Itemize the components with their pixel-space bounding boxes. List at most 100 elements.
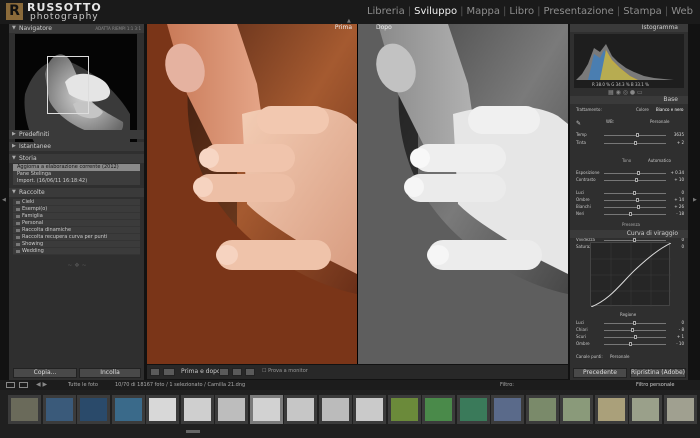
module-mappa[interactable]: Mappa	[463, 6, 503, 17]
filmstrip-thumbnail[interactable]	[318, 395, 352, 424]
exposure-slider-handle[interactable]	[636, 171, 640, 175]
module-presentazione[interactable]: Presentazione	[541, 6, 617, 17]
filmstrip-thumbnail[interactable]	[594, 395, 628, 424]
loupe-view-icon[interactable]	[150, 368, 160, 376]
filmstrip-thumbnail[interactable]	[353, 395, 386, 424]
filmstrip-thumbnail[interactable]	[560, 395, 593, 424]
wb-dropdown[interactable]: Personale	[650, 119, 669, 124]
collection-item[interactable]: Esempi(o)	[13, 206, 140, 213]
copy-after-to-before-icon[interactable]	[232, 368, 242, 376]
collection-item[interactable]: Famiglia	[13, 213, 140, 220]
collection-item[interactable]: Raccolta dinamiche	[13, 227, 140, 234]
previous-button[interactable]: Precedente	[573, 368, 627, 378]
histogram-header[interactable]: Istogramma	[570, 24, 688, 32]
point-curve-dropdown[interactable]: Personale	[610, 354, 629, 359]
filmstrip-thumbnail[interactable]	[422, 395, 455, 424]
blacks-value[interactable]: - 18	[670, 211, 684, 216]
filmstrip-thumbnail[interactable]	[77, 395, 110, 424]
second-window-icon[interactable]	[6, 382, 15, 388]
presets-header[interactable]: ▶ Predefiniti	[9, 130, 144, 139]
grid-view-icon[interactable]	[19, 382, 28, 388]
navigator-preview[interactable]	[15, 34, 137, 144]
whites-slider[interactable]	[604, 207, 666, 208]
tint-value[interactable]: + 2	[670, 140, 684, 145]
filmstrip-thumbnail[interactable]	[111, 395, 145, 424]
temp-value[interactable]: 3635	[670, 132, 684, 137]
navigator-zoom-options[interactable]: ADATTA RIEMPI 1:1 3:1	[95, 24, 141, 33]
collection-item[interactable]: Cieki	[13, 199, 140, 206]
collection-item[interactable]: Personal	[13, 220, 140, 227]
module-web[interactable]: Web	[668, 6, 696, 17]
history-item[interactable]: Aggiorna a elaborazione corrente (2012)	[13, 164, 140, 171]
highlights-value[interactable]: 0	[670, 190, 684, 195]
scuri-value[interactable]: + 1	[670, 334, 684, 339]
whites-slider-handle[interactable]	[637, 205, 641, 209]
exposure-value[interactable]: + 0.34	[670, 170, 684, 175]
before-after-view-icon[interactable]	[163, 368, 175, 376]
collapse-right-arrow-icon[interactable]: ▶	[693, 197, 697, 203]
collection-item[interactable]: Showing	[13, 241, 140, 248]
blacks-slider-handle[interactable]	[629, 212, 633, 216]
filmstrip-thumbnail[interactable]	[215, 395, 248, 424]
tint-slider-handle[interactable]	[634, 141, 638, 145]
scuri-slider-handle[interactable]	[633, 335, 637, 339]
swap-before-after-icon[interactable]	[245, 368, 255, 376]
ombre_c-slider[interactable]	[604, 344, 666, 345]
before-image[interactable]: Prima	[147, 24, 357, 364]
shadows-slider[interactable]	[604, 200, 666, 201]
treatment-bw-option[interactable]: Bianco e nero	[656, 107, 684, 112]
filmstrip-thumbnail[interactable]	[387, 395, 421, 424]
source-label[interactable]: Tutte le foto	[68, 382, 98, 388]
filmstrip-thumbnail[interactable]	[491, 395, 524, 424]
basic-header[interactable]: Base	[570, 96, 688, 104]
reset-button[interactable]: Ripristina (Adobe)	[630, 368, 686, 378]
filmstrip-thumbnail[interactable]	[525, 395, 559, 424]
nav-arrows-icon[interactable]: ◀ ▶	[36, 381, 47, 388]
saturation-value[interactable]: 0	[670, 244, 684, 249]
navigator-view-frame[interactable]	[47, 56, 89, 114]
luci_c-value[interactable]: 0	[670, 320, 684, 325]
exposure-slider[interactable]	[604, 173, 666, 174]
filmstrip-thumbnail[interactable]	[146, 395, 179, 424]
collection-item[interactable]: Raccolta recupera curva per punti	[13, 234, 140, 241]
navigator-header[interactable]: ▼ Navigatore ADATTA RIEMPI 1:1 3:1	[9, 24, 144, 33]
snapshots-header[interactable]: ▶ Istantanee	[9, 142, 144, 151]
wb-picker-icon[interactable]: ✎	[576, 120, 581, 127]
highlights-slider-handle[interactable]	[633, 191, 636, 195]
module-stampa[interactable]: Stampa	[620, 6, 665, 17]
filmstrip-scrollbar[interactable]	[186, 430, 200, 433]
ombre_c-slider-handle[interactable]	[629, 342, 633, 346]
treatment-color-option[interactable]: Colore	[636, 107, 649, 112]
filter-dropdown[interactable]: Filtro personale	[636, 382, 675, 388]
chiari-value[interactable]: - 8	[670, 327, 684, 332]
module-libro[interactable]: Libro	[506, 6, 537, 17]
filmstrip-thumbnail[interactable]	[8, 395, 41, 424]
contrast-slider-handle[interactable]	[634, 178, 638, 182]
paste-button[interactable]: Incolla	[79, 368, 141, 378]
filmstrip-thumbnail[interactable]	[249, 395, 283, 424]
tone-curve-graph[interactable]	[590, 242, 672, 308]
filmstrip-thumbnail[interactable]	[629, 395, 662, 424]
chiari-slider-handle[interactable]	[630, 328, 634, 332]
soft-proof-checkbox[interactable]: ☐ Prova a monitor	[262, 368, 308, 374]
temp-slider-handle[interactable]	[636, 133, 640, 137]
shadows-slider-handle[interactable]	[636, 198, 640, 202]
module-sviluppo[interactable]: Sviluppo	[411, 6, 460, 17]
tone-curve-header[interactable]: Curva di viraggio	[570, 230, 688, 238]
whites-value[interactable]: + 26	[670, 204, 684, 209]
filmstrip-thumbnail[interactable]	[663, 395, 697, 424]
luci_c-slider-handle[interactable]	[633, 321, 636, 325]
filmstrip-thumbnail[interactable]	[42, 395, 76, 424]
blacks-slider[interactable]	[604, 214, 666, 215]
chiari-slider[interactable]	[604, 330, 666, 331]
module-libreria[interactable]: Libreria	[364, 6, 408, 17]
auto-tone-button[interactable]: Automatico	[648, 158, 671, 163]
filmstrip-thumbnail[interactable]	[180, 395, 214, 424]
shadows-value[interactable]: + 14	[670, 197, 684, 202]
ombre_c-value[interactable]: - 10	[670, 341, 684, 346]
copy-before-to-after-icon[interactable]	[219, 368, 229, 376]
temp-slider[interactable]	[604, 135, 666, 136]
collapse-left-arrow-icon[interactable]: ◀	[2, 197, 6, 203]
contrast-value[interactable]: + 10	[670, 177, 684, 182]
collection-item[interactable]: Wedding	[13, 248, 140, 255]
